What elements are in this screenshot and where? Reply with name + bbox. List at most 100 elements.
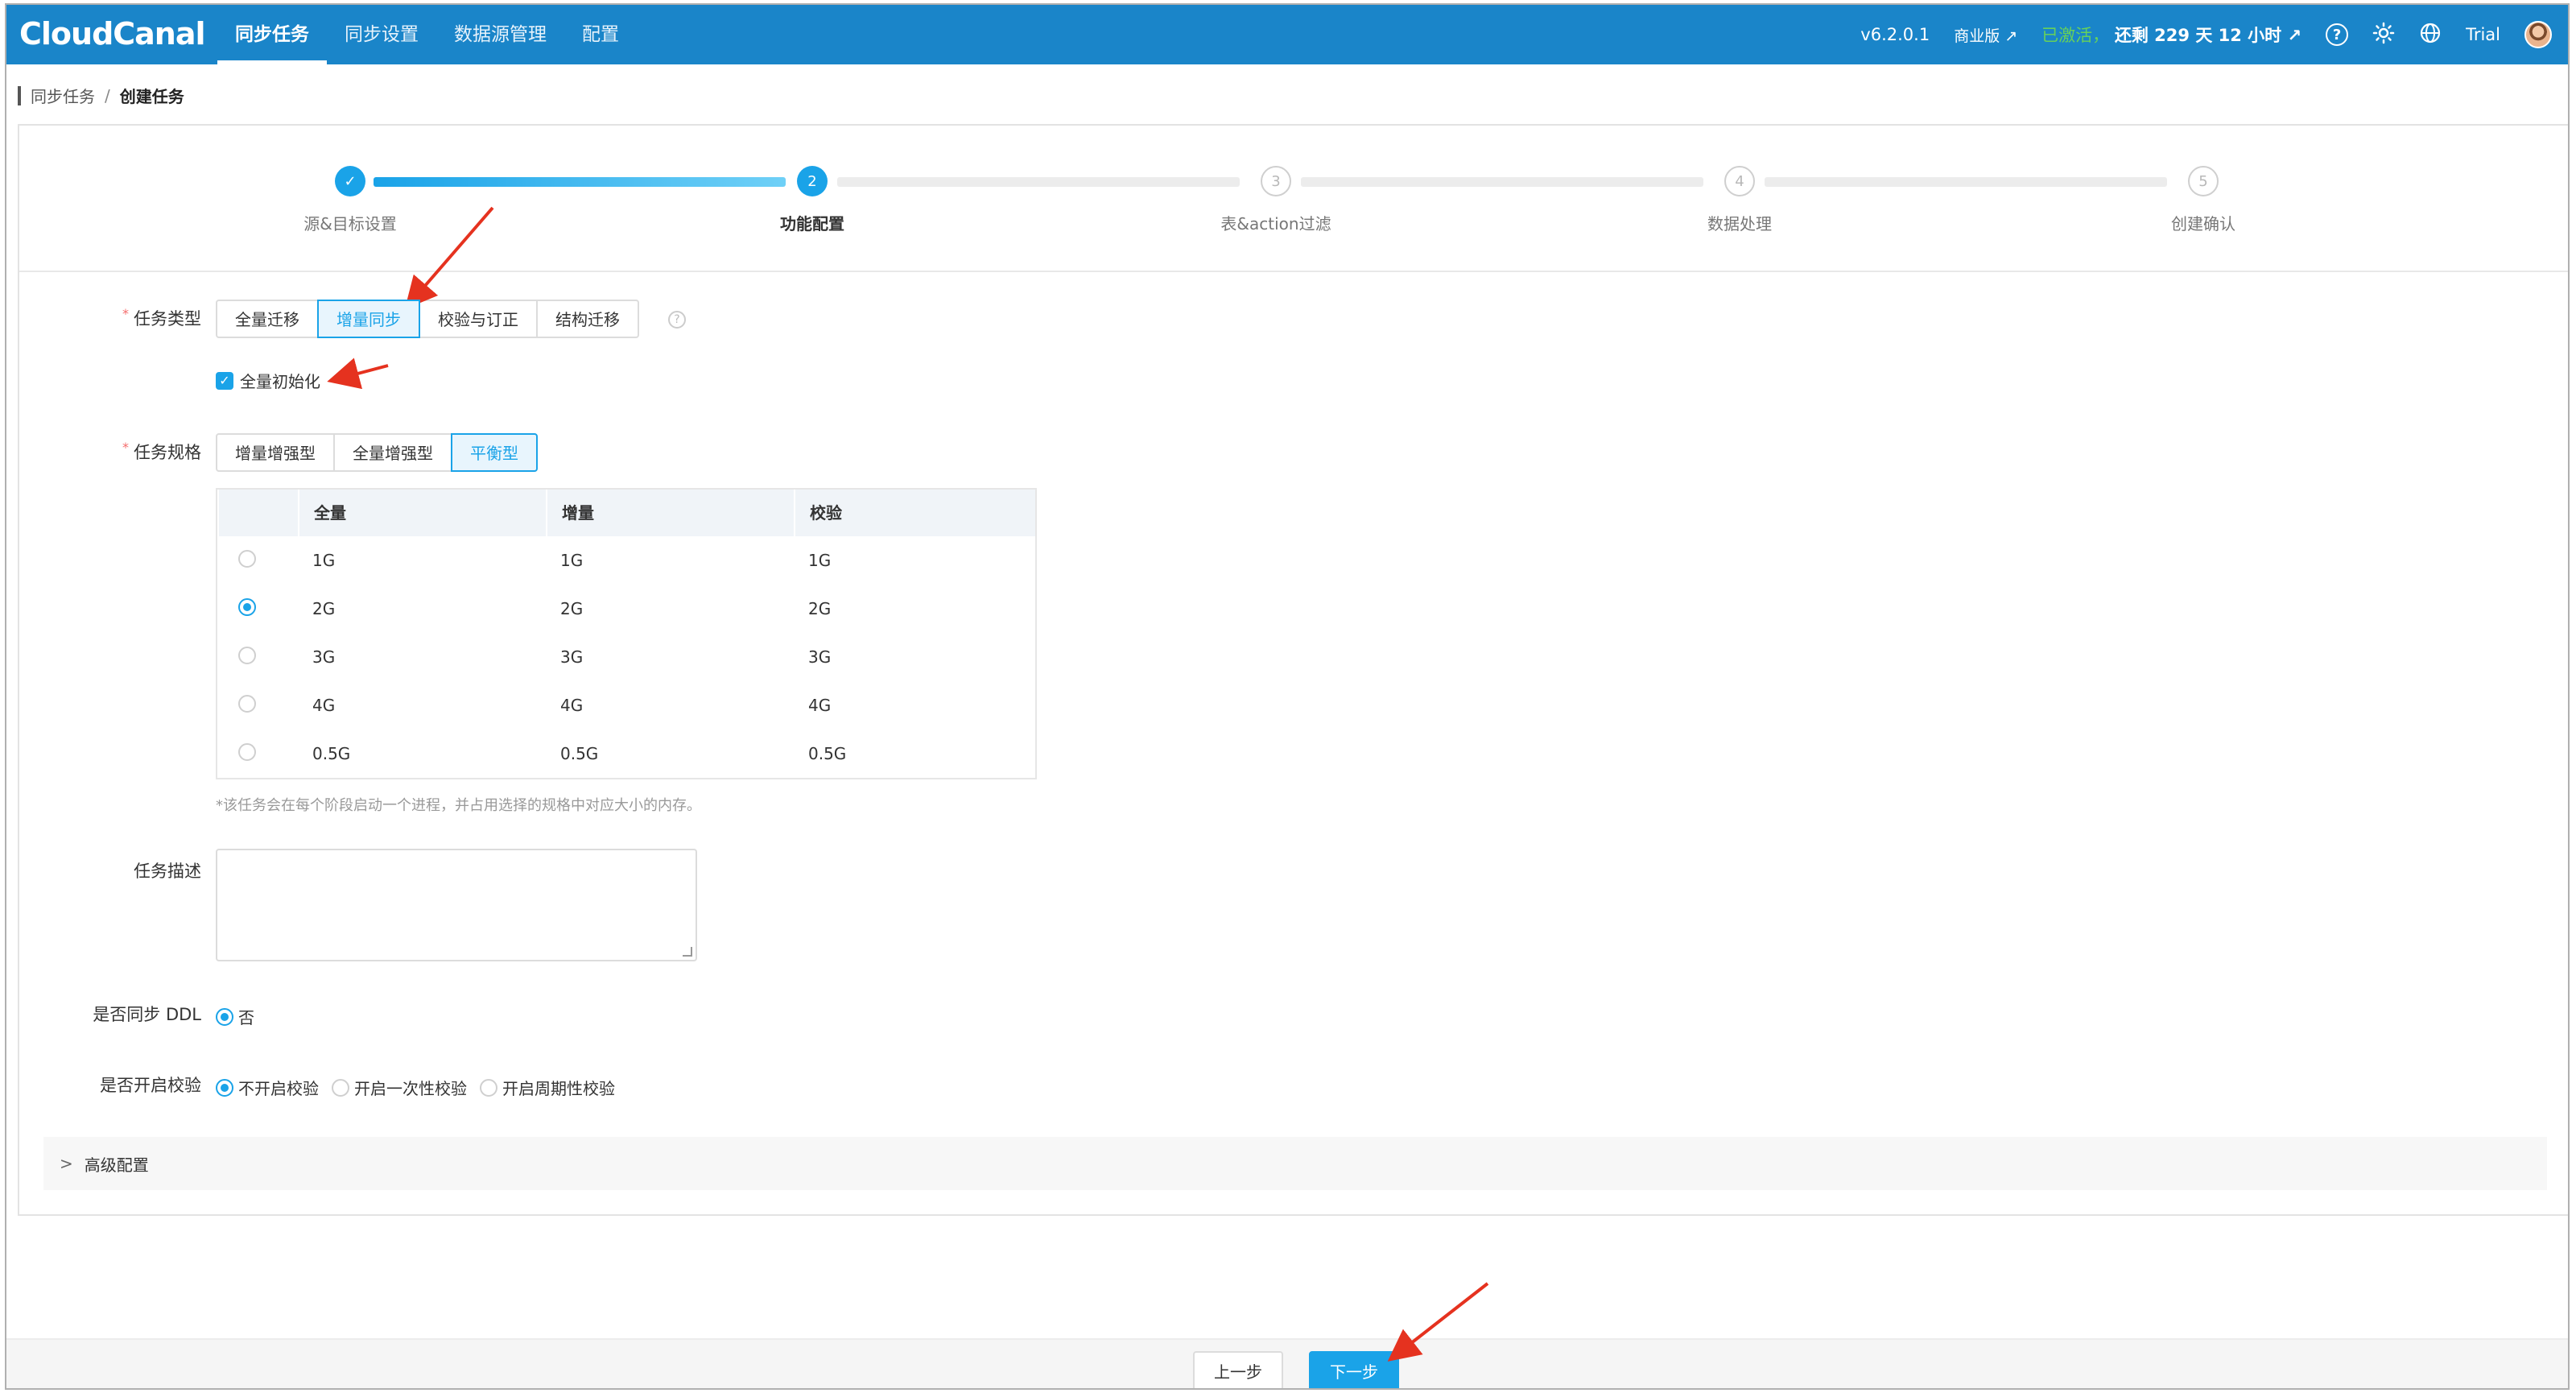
table-row[interactable]: 3G 3G 3G xyxy=(217,633,1035,681)
spec-cell-full: 4G xyxy=(312,696,336,715)
checkbox-check-icon: ✓ xyxy=(216,371,233,390)
spec-full-enhanced[interactable]: 全量增强型 xyxy=(333,433,452,472)
step-1-check-icon: ✓ xyxy=(335,166,365,196)
step-connector-4 xyxy=(1765,177,2167,187)
task-type-verify-correct[interactable]: 校验与订正 xyxy=(419,300,538,338)
step-connector-2 xyxy=(837,177,1240,187)
spec-row-radio[interactable] xyxy=(238,742,256,761)
spec-row-radio[interactable] xyxy=(238,694,256,713)
step-2-node: 2 xyxy=(797,166,828,196)
task-spec-selector: 增量增强型 全量增强型 平衡型 xyxy=(216,433,538,472)
radio-icon xyxy=(480,1078,497,1097)
step-4-node: 4 xyxy=(1724,166,1755,196)
user-name[interactable]: Trial xyxy=(2466,25,2500,44)
step-5-label: 创建确认 xyxy=(2171,214,2235,234)
sync-ddl-option-no[interactable]: 否 xyxy=(216,1005,254,1028)
advanced-config-label: 高级配置 xyxy=(84,1155,149,1175)
spec-cell-full: 0.5G xyxy=(312,744,351,763)
spec-cell-verify: 2G xyxy=(808,599,832,618)
language-globe-icon[interactable] xyxy=(2419,22,2442,48)
radio-icon xyxy=(332,1078,349,1097)
task-type-selector: 全量迁移 增量同步 校验与订正 结构迁移 xyxy=(216,300,639,338)
description-textarea[interactable] xyxy=(216,849,697,961)
spec-row-radio[interactable] xyxy=(238,646,256,664)
advanced-config-collapse[interactable]: > 高级配置 xyxy=(43,1137,2547,1190)
spec-note: *该任务会在每个阶段启动一个进程，并占用选择的规格中对应大小的内存。 xyxy=(216,797,701,814)
app-window: CloudCanal 同步任务 同步设置 数据源管理 配置 v6.2.0.1 商… xyxy=(5,3,2570,1390)
breadcrumb-current: 创建任务 xyxy=(119,87,184,106)
radio-selected-icon xyxy=(216,1007,233,1026)
table-row[interactable]: 0.5G 0.5G 0.5G xyxy=(217,730,1035,778)
step-4-label: 数据处理 xyxy=(1707,214,1772,234)
top-nav-bar: CloudCanal 同步任务 同步设置 数据源管理 配置 v6.2.0.1 商… xyxy=(6,5,2568,64)
help-icon[interactable]: ? xyxy=(2326,23,2349,46)
description-label: 任务描述 xyxy=(134,862,201,881)
step-1-label: 源&目标设置 xyxy=(303,214,397,234)
step-connector-3 xyxy=(1301,177,1703,187)
table-row[interactable]: 1G 1G 1G xyxy=(217,536,1035,585)
verify-option-off[interactable]: 不开启校验 xyxy=(216,1076,319,1099)
spec-cell-full: 3G xyxy=(312,647,336,667)
nav-sync-settings[interactable]: 同步设置 xyxy=(327,5,436,64)
step-connector-1 xyxy=(374,177,786,187)
spec-cell-incremental: 1G xyxy=(560,551,584,570)
top-right-tools: v6.2.0.1 商业版 ↗ 已激活， 还剩 229 天 12 小时 ↗ ? T… xyxy=(1860,5,2552,64)
footer-bar: 上一步 下一步 xyxy=(6,1338,2568,1388)
spec-cell-full: 2G xyxy=(312,599,336,618)
spec-balanced[interactable]: 平衡型 xyxy=(451,433,538,472)
spec-cell-full: 1G xyxy=(312,551,336,570)
task-type-schema-migration[interactable]: 结构迁移 xyxy=(536,300,639,338)
prev-step-button[interactable]: 上一步 xyxy=(1193,1351,1283,1388)
step-2-label: 功能配置 xyxy=(780,214,844,234)
verify-option-periodic[interactable]: 开启周期性校验 xyxy=(480,1076,615,1099)
remaining-time: 还剩 229 天 12 小时 ↗ xyxy=(2114,26,2302,45)
breadcrumb-parent[interactable]: 同步任务 xyxy=(31,84,95,107)
step-3-label: 表&action过滤 xyxy=(1220,214,1331,234)
verify-label: 是否开启校验 xyxy=(100,1076,201,1095)
step-5-node: 5 xyxy=(2188,166,2219,196)
avatar[interactable] xyxy=(2524,21,2552,48)
spec-cell-verify: 0.5G xyxy=(808,744,847,763)
task-spec-label: * 任务规格 xyxy=(122,440,201,462)
spec-cell-incremental: 4G xyxy=(560,696,584,715)
step-progress: ✓ 2 3 4 5 源&目标设置 功能配置 表&action过滤 数据处理 创建… xyxy=(19,126,2568,272)
next-step-button[interactable]: 下一步 xyxy=(1309,1351,1399,1388)
full-init-label: 全量初始化 xyxy=(240,372,320,391)
nav-config[interactable]: 配置 xyxy=(564,5,637,64)
version-label: v6.2.0.1 xyxy=(1860,25,1930,44)
radio-selected-icon xyxy=(216,1078,233,1097)
main-nav: 同步任务 同步设置 数据源管理 配置 xyxy=(217,5,637,64)
edition-link[interactable]: 商业版 ↗ xyxy=(1954,24,2017,46)
verify-radio-group: 不开启校验 开启一次性校验 开启周期性校验 xyxy=(216,1076,623,1099)
sync-ddl-radio-group: 否 xyxy=(216,1005,262,1028)
logo: CloudCanal xyxy=(19,16,206,52)
task-type-label: * 任务类型 xyxy=(122,306,201,329)
task-type-help-icon[interactable]: ? xyxy=(668,311,686,329)
verify-option-once[interactable]: 开启一次性校验 xyxy=(332,1076,467,1099)
spec-table: 全量 增量 校验 1G 1G 1G 2G 2G 2G 3G 3G 3G 4G 4… xyxy=(216,488,1037,779)
spec-row-radio-selected[interactable] xyxy=(238,597,256,616)
breadcrumb-bar xyxy=(18,85,21,105)
spec-row-radio[interactable] xyxy=(238,549,256,568)
spec-cell-incremental: 2G xyxy=(560,599,584,618)
spec-table-header: 全量 增量 校验 xyxy=(217,490,1035,536)
table-row[interactable]: 4G 4G 4G xyxy=(217,681,1035,730)
spec-incremental-enhanced[interactable]: 增量增强型 xyxy=(216,433,335,472)
task-type-incremental-sync[interactable]: 增量同步 xyxy=(317,300,420,338)
license-status[interactable]: 已激活， 还剩 229 天 12 小时 ↗ xyxy=(2041,23,2301,47)
chevron-right-icon: > xyxy=(60,1154,73,1173)
step-3-node: 3 xyxy=(1261,166,1291,196)
spec-cell-incremental: 0.5G xyxy=(560,744,599,763)
task-type-full-migration[interactable]: 全量迁移 xyxy=(216,300,319,338)
breadcrumb-separator: / xyxy=(105,85,110,105)
table-row[interactable]: 2G 2G 2G xyxy=(217,585,1035,633)
full-init-checkbox[interactable]: ✓ 全量初始化 xyxy=(216,369,320,392)
nav-datasource-management[interactable]: 数据源管理 xyxy=(436,5,564,64)
nav-sync-tasks[interactable]: 同步任务 xyxy=(217,5,327,64)
theme-sun-icon[interactable] xyxy=(2372,22,2395,48)
spec-header-select xyxy=(217,490,298,536)
create-task-panel: ✓ 2 3 4 5 源&目标设置 功能配置 表&action过滤 数据处理 创建… xyxy=(18,124,2568,1216)
spec-cell-verify: 4G xyxy=(808,696,832,715)
spec-header-full: 全量 xyxy=(298,490,546,536)
activated-label: 已激活， xyxy=(2041,26,2110,45)
